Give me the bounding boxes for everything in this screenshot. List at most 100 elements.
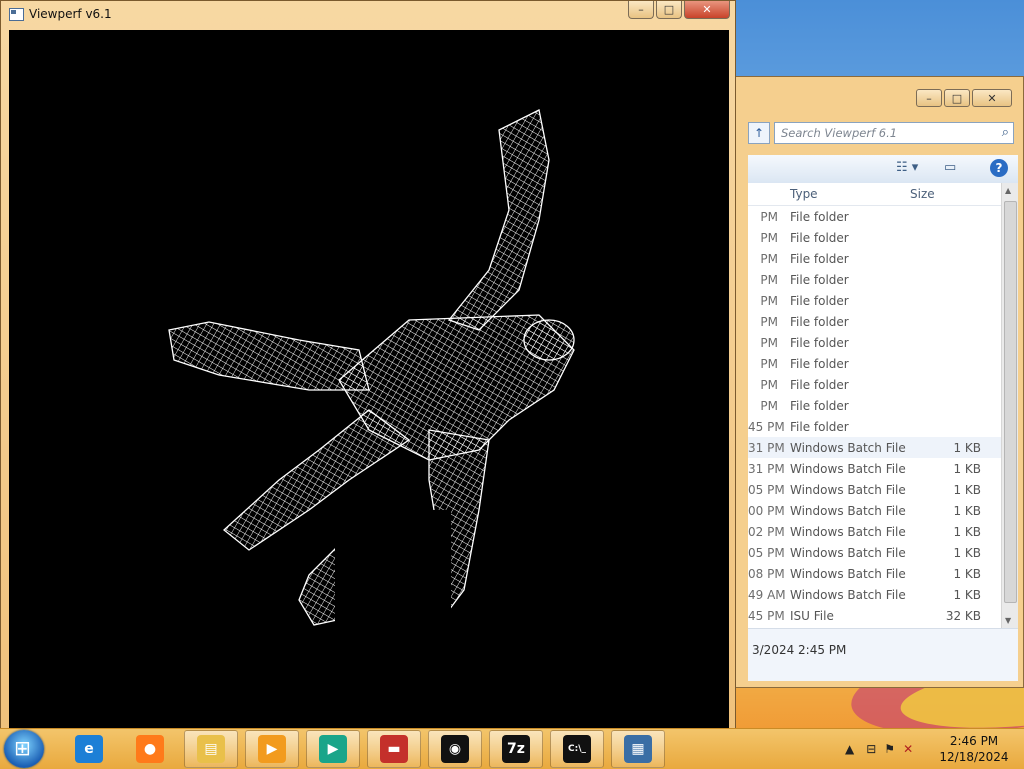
row-type: Windows Batch File [790, 503, 906, 518]
row-type: Windows Batch File [790, 566, 906, 581]
explorer-titlebar[interactable]: – □ ✕ [736, 77, 1023, 117]
close-button[interactable]: ✕ [684, 1, 730, 19]
list-item[interactable]: 02 PM Windows Batch File 1 KB [748, 521, 1018, 542]
7zip-icon: 7z [502, 735, 530, 763]
clock-time: 2:46 PM [949, 734, 999, 748]
taskbar-button-viewperf[interactable]: ▦ [611, 730, 665, 768]
row-type: Windows Batch File [790, 440, 906, 455]
row-date: PM [760, 293, 778, 308]
row-date: 08 PM [748, 566, 785, 581]
row-date: 02 PM [748, 524, 785, 539]
start-button[interactable] [4, 730, 44, 768]
list-item[interactable]: PM File folder [748, 269, 1018, 290]
scrollbar-thumb[interactable] [1004, 201, 1017, 603]
viewperf-window: Viewperf v6.1 – □ ✕ [0, 0, 736, 730]
up-arrow-icon[interactable]: ↑ [748, 122, 770, 144]
file-list: Type Size PM File folder PM File folder PM Fi… [748, 183, 1018, 628]
system-tray: ▲ ⊟ ⚑ ✕ [845, 729, 913, 769]
row-size: 1 KB [953, 545, 981, 560]
list-item[interactable]: PM File folder [748, 311, 1018, 332]
list-item[interactable]: PM File folder [748, 353, 1018, 374]
taskbar-button-firefox[interactable]: ● [123, 730, 177, 768]
media-player-icon: ▶ [258, 735, 286, 763]
address-bar: ↑ Search Viewperf 6.1 ⌕ [748, 122, 1018, 144]
taskbar: e ● ▤ ▶ ▶ ▬ ◉ 7z C:\_ ▦ ▲ ⊟ ⚑ ✕ 2:46 PM 12/18/202… [0, 728, 1024, 769]
file-rows: PM File folder PM File folder PM File folder P… [748, 206, 1018, 626]
list-item[interactable]: 31 PM Windows Batch File 1 KB [748, 458, 1018, 479]
column-header-size[interactable]: Size [910, 187, 970, 201]
row-type: File folder [790, 314, 849, 329]
file-explorer-icon: ▤ [197, 735, 225, 763]
window-title: Viewperf v6.1 [29, 7, 112, 21]
taskbar-button-7zip[interactable]: 7z [489, 730, 543, 768]
list-item[interactable]: PM File folder [748, 248, 1018, 269]
taskbar-button-github[interactable]: ◉ [428, 730, 482, 768]
row-type: Windows Batch File [790, 482, 906, 497]
list-item[interactable]: 45 PM ISU File 32 KB [748, 605, 1018, 626]
list-item[interactable]: PM File folder [748, 227, 1018, 248]
row-type: ISU File [790, 608, 834, 623]
list-item[interactable]: 45 PM File folder [748, 416, 1018, 437]
row-type: Windows Batch File [790, 545, 906, 560]
list-item[interactable]: PM File folder [748, 290, 1018, 311]
row-date: PM [760, 356, 778, 371]
list-item[interactable]: PM File folder [748, 374, 1018, 395]
wireframe-figure [168, 109, 575, 730]
row-date: 45 PM [748, 419, 785, 434]
clock[interactable]: 2:46 PM 12/18/2024 [935, 733, 1013, 765]
vertical-scrollbar[interactable]: ▲ ▼ [1001, 183, 1018, 628]
volume-muted-icon[interactable]: ✕ [903, 742, 913, 756]
explorer-window-controls: – □ ✕ [916, 89, 1014, 107]
row-type: File folder [790, 272, 849, 287]
row-type: File folder [790, 251, 849, 266]
taskbar-button-internet-explorer[interactable]: e [62, 730, 116, 768]
row-type: File folder [790, 419, 849, 434]
list-item[interactable]: 31 PM Windows Batch File 1 KB [748, 437, 1018, 458]
taskbar-button-media-player[interactable]: ▶ [245, 730, 299, 768]
row-date: 45 PM [748, 608, 785, 623]
row-size: 1 KB [953, 461, 981, 476]
list-item[interactable]: PM File folder [748, 332, 1018, 353]
column-header-row: Type Size [748, 183, 1018, 206]
canvas-occlusion [335, 510, 451, 730]
render-canvas[interactable] [9, 30, 729, 730]
taskbar-button-file-explorer[interactable]: ▤ [184, 730, 238, 768]
row-type: File folder [790, 377, 849, 392]
help-icon[interactable]: ? [990, 159, 1008, 177]
flag-icon[interactable]: ⚑ [884, 742, 895, 756]
column-header-type[interactable]: Type [790, 187, 910, 201]
list-item[interactable]: 49 AM Windows Batch File 1 KB [748, 584, 1018, 605]
list-item[interactable]: 05 PM Windows Batch File 1 KB [748, 479, 1018, 500]
network-icon[interactable]: ⊟ [866, 742, 876, 756]
row-date: 00 PM [748, 503, 785, 518]
list-item[interactable]: 08 PM Windows Batch File 1 KB [748, 563, 1018, 584]
taskbar-button-command-prompt[interactable]: C:\_ [550, 730, 604, 768]
maximize-button[interactable]: □ [656, 1, 682, 19]
scroll-up-icon[interactable]: ▲ [1005, 186, 1011, 195]
up-arrow-icon[interactable]: ▲ [845, 742, 854, 756]
minimize-button[interactable]: – [916, 89, 942, 107]
scroll-down-icon[interactable]: ▼ [1005, 616, 1011, 625]
taskbar-button-toolbox[interactable]: ▬ [367, 730, 421, 768]
list-item[interactable]: PM File folder [748, 395, 1018, 416]
explorer-window: – □ ✕ ↑ Search Viewperf 6.1 ⌕ ☷ ▾ ▭ ? Ty… [735, 76, 1024, 688]
row-type: File folder [790, 293, 849, 308]
minimize-button[interactable]: – [628, 1, 654, 19]
list-item[interactable]: 05 PM Windows Batch File 1 KB [748, 542, 1018, 563]
firefox-icon: ● [136, 735, 164, 763]
row-type: Windows Batch File [790, 461, 906, 476]
explorer-toolbar: ☷ ▾ ▭ ? [748, 155, 1018, 184]
taskbar-button-media-center[interactable]: ▶ [306, 730, 360, 768]
row-date: 05 PM [748, 482, 785, 497]
search-input[interactable]: Search Viewperf 6.1 ⌕ [774, 122, 1014, 144]
preview-pane-icon[interactable]: ▭ [944, 160, 956, 175]
row-type: File folder [790, 356, 849, 371]
search-icon[interactable]: ⌕ [1002, 125, 1009, 140]
view-options-icon[interactable]: ☷ ▾ [896, 160, 918, 175]
maximize-button[interactable]: □ [944, 89, 970, 107]
list-item[interactable]: PM File folder [748, 206, 1018, 227]
row-size: 1 KB [953, 440, 981, 455]
status-bar: 3/2024 2:45 PM [748, 628, 1018, 681]
close-button[interactable]: ✕ [972, 89, 1012, 107]
list-item[interactable]: 00 PM Windows Batch File 1 KB [748, 500, 1018, 521]
